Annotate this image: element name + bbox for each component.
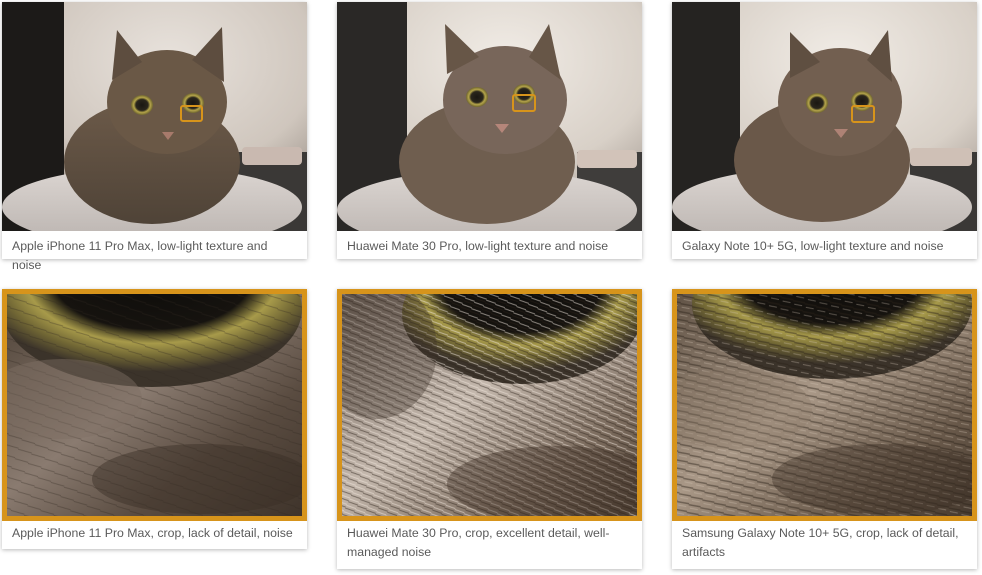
photo-card-iphone: Apple iPhone 11 Pro Max, low-light textu…: [2, 2, 307, 272]
cat-photo-iphone: [2, 2, 307, 231]
photo-caption: Apple iPhone 11 Pro Max, crop, lack of d…: [12, 526, 293, 540]
cat-photo-huawei: [337, 2, 642, 231]
photo-caption: Samsung Galaxy Note 10+ 5G, crop, lack o…: [682, 526, 959, 559]
photo-caption: Apple iPhone 11 Pro Max, low-light textu…: [12, 239, 268, 272]
photo-card-galaxy: Galaxy Note 10+ 5G, low-light texture an…: [672, 2, 977, 259]
photo-caption: Huawei Mate 30 Pro, low-light texture an…: [347, 239, 609, 253]
crop-border: [672, 289, 977, 521]
crop-card-huawei: Huawei Mate 30 Pro, crop, excellent deta…: [337, 289, 642, 569]
crop-border: [2, 289, 307, 521]
crop-border: [337, 289, 642, 521]
photo-card-huawei: Huawei Mate 30 Pro, low-light texture an…: [337, 2, 642, 259]
cat-photo-galaxy: [672, 2, 977, 231]
crop-card-iphone: Apple iPhone 11 Pro Max, crop, lack of d…: [2, 289, 307, 549]
crop-card-galaxy: Samsung Galaxy Note 10+ 5G, crop, lack o…: [672, 289, 977, 569]
photo-caption: Galaxy Note 10+ 5G, low-light texture an…: [682, 239, 944, 253]
photo-caption: Huawei Mate 30 Pro, crop, excellent deta…: [347, 526, 610, 559]
